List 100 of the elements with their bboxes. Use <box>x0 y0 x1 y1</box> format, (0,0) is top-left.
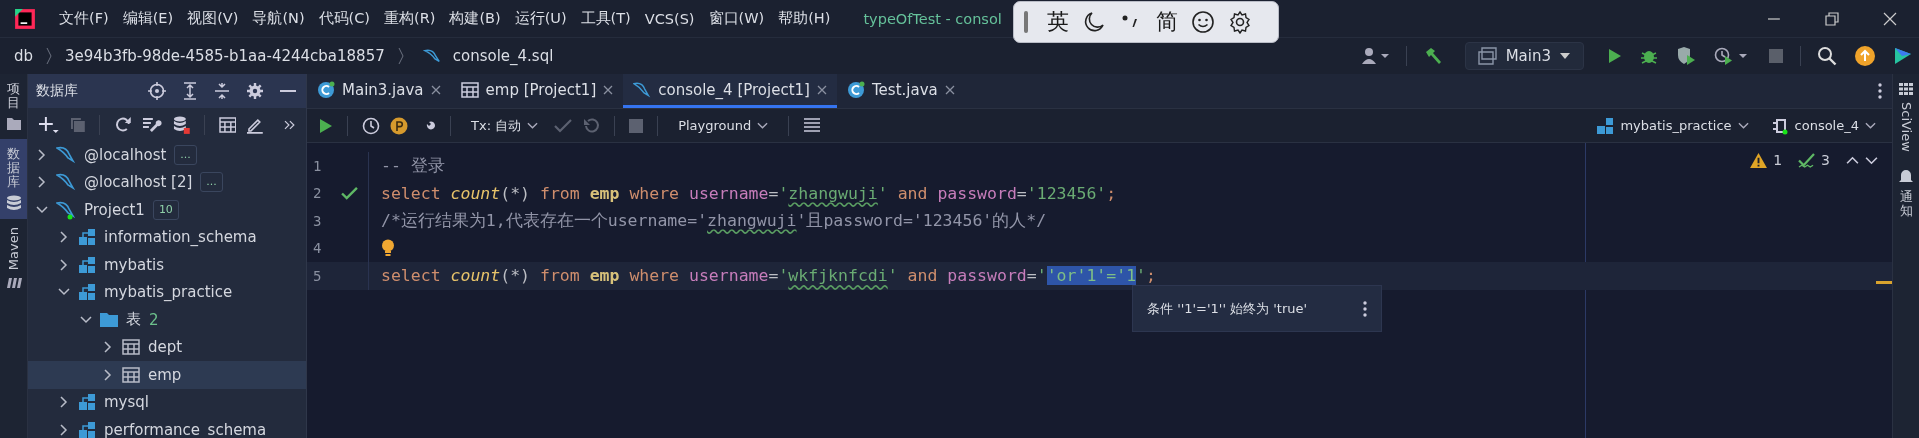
schema-dropdown[interactable]: mybatis_practice <box>1590 116 1755 135</box>
table-icon <box>122 339 140 356</box>
toolbox-icon[interactable] <box>1893 46 1913 66</box>
lightbulb-icon[interactable] <box>381 239 395 258</box>
editor-tab[interactable]: Main3.java <box>307 74 451 108</box>
user-icon[interactable] <box>1359 46 1390 66</box>
close-icon[interactable] <box>816 84 827 95</box>
run-configuration-selector[interactable]: Main3 <box>1464 42 1584 70</box>
update-icon[interactable] <box>1855 46 1875 66</box>
session-dropdown[interactable]: console_4 <box>1764 116 1882 135</box>
clock-icon[interactable] <box>362 116 380 135</box>
tool-window-button[interactable]: 项目 <box>0 74 27 139</box>
database-icon[interactable] <box>171 115 190 134</box>
language-toggle[interactable]: 英 <box>1047 7 1069 37</box>
menu-item[interactable]: 窗口(W) <box>701 9 772 28</box>
tree-item[interactable]: information_schema <box>28 223 306 251</box>
chevron-icon[interactable] <box>58 231 70 244</box>
more-icon[interactable] <box>1363 300 1367 317</box>
smiley-icon[interactable] <box>1191 10 1215 34</box>
stop-icon[interactable] <box>629 118 644 133</box>
breadcrumb-item[interactable]: console_4.sql <box>452 47 554 65</box>
close-icon[interactable] <box>603 84 614 95</box>
collapse-all-icon[interactable] <box>214 82 230 100</box>
next-icon[interactable] <box>1865 155 1878 165</box>
close-icon[interactable] <box>430 84 441 95</box>
run-icon[interactable] <box>1606 48 1622 64</box>
tree-item[interactable]: Project1 10 <box>28 196 306 224</box>
chevron-icon[interactable] <box>58 423 70 436</box>
editor-tab[interactable]: console_4 [Project1] <box>623 74 837 108</box>
undo-icon[interactable] <box>582 116 601 135</box>
warning-icon[interactable] <box>1750 152 1768 168</box>
chevron-icon[interactable] <box>102 341 114 354</box>
moon-icon[interactable] <box>1082 10 1106 34</box>
tree-item[interactable]: mysql <box>28 388 306 416</box>
code-line: select count(*) from emp where username='wkfjknfcdi' and password=''or'1'='1'; <box>381 266 1156 286</box>
tool-window-button[interactable]: Maven <box>0 219 27 297</box>
table-icon[interactable] <box>218 116 237 133</box>
menu-item[interactable]: 工具(T) <box>573 9 638 28</box>
menu-item[interactable]: 运行(U) <box>507 9 574 28</box>
list-icon[interactable] <box>803 117 822 134</box>
tool-window-button[interactable]: 通知 <box>1893 159 1919 227</box>
chevron-icon[interactable] <box>58 258 70 271</box>
editor-tab[interactable]: emp [Project1] <box>450 74 624 108</box>
mode-dropdown[interactable]: Playground <box>672 118 775 133</box>
breadcrumb-item[interactable]: 3e94b3fb-98de-4585-b1aa-4244cba18857 <box>65 47 385 65</box>
script-toggle[interactable]: 简 <box>1156 7 1178 37</box>
close-icon[interactable] <box>1883 11 1897 26</box>
profiler-icon[interactable] <box>1714 46 1750 66</box>
menu-item[interactable]: 帮助(H) <box>771 9 838 28</box>
drag-handle[interactable] <box>1024 11 1028 33</box>
menu-item[interactable]: 文件(F) <box>52 9 116 28</box>
add-icon[interactable] <box>38 114 60 135</box>
chevron-icon[interactable] <box>36 176 48 189</box>
chevron-icon[interactable] <box>102 368 114 381</box>
menu-item[interactable]: VCS(S) <box>637 10 702 27</box>
tree-item[interactable]: performance_schema <box>28 416 306 438</box>
minimize-icon[interactable] <box>280 89 296 93</box>
menu-item[interactable]: 代码(C) <box>311 9 377 28</box>
search-icon[interactable] <box>1817 46 1837 66</box>
item-badge[interactable]: ... <box>200 172 223 193</box>
tool-window-button[interactable]: SciView <box>1893 74 1919 160</box>
typo-check-icon[interactable] <box>1798 152 1816 168</box>
menu-item[interactable]: 重构(R) <box>377 9 443 28</box>
tree-item[interactable]: emp <box>28 361 306 389</box>
app-logo-icon[interactable] <box>14 7 36 30</box>
more-icon[interactable] <box>1878 83 1882 99</box>
settings-icon[interactable] <box>1228 10 1252 34</box>
item-badge[interactable]: 10 <box>152 199 179 220</box>
chevron-icon[interactable] <box>36 148 48 161</box>
stop-icon[interactable] <box>1768 48 1784 64</box>
run-icon[interactable] <box>317 117 333 134</box>
menu-item[interactable]: 编辑(E) <box>115 9 181 28</box>
tree-item[interactable]: mybatis <box>28 251 306 279</box>
menu-item[interactable]: 构建(B) <box>442 9 508 28</box>
more-icon[interactable] <box>284 119 296 130</box>
tool-window-button[interactable]: 数据库 <box>0 138 27 220</box>
expand-all-icon[interactable] <box>182 82 198 100</box>
previous-icon[interactable] <box>1846 155 1859 165</box>
item-badge[interactable]: ... <box>174 144 197 165</box>
shield-run-icon[interactable] <box>1676 46 1696 66</box>
chevron-icon[interactable] <box>58 396 70 409</box>
breadcrumb-item[interactable]: db <box>14 47 34 65</box>
restore-icon[interactable] <box>1825 11 1839 26</box>
tree-item[interactable]: @localhost ... <box>28 141 306 169</box>
menu-item[interactable]: 视图(V) <box>180 9 246 28</box>
tree-item[interactable]: mybatis_practice <box>28 278 306 306</box>
chevron-icon[interactable] <box>36 203 48 216</box>
refresh-icon[interactable] <box>114 115 133 134</box>
transaction-dropdown[interactable]: Tx: 自动 <box>465 116 545 135</box>
tree-item[interactable]: dept <box>28 333 306 361</box>
settings-icon[interactable] <box>246 82 264 100</box>
menu-item[interactable]: 导航(N) <box>245 9 312 28</box>
tree-item[interactable]: @localhost [2] ... <box>28 168 306 196</box>
close-icon[interactable] <box>944 84 955 95</box>
tree-item[interactable]: 表 2 <box>28 306 306 334</box>
check-icon[interactable] <box>554 118 573 133</box>
locate-icon[interactable] <box>148 82 166 100</box>
parameter-icon[interactable] <box>390 116 408 135</box>
editor-tab[interactable]: Test.java <box>836 74 965 108</box>
chevron-icon[interactable] <box>80 313 92 326</box>
